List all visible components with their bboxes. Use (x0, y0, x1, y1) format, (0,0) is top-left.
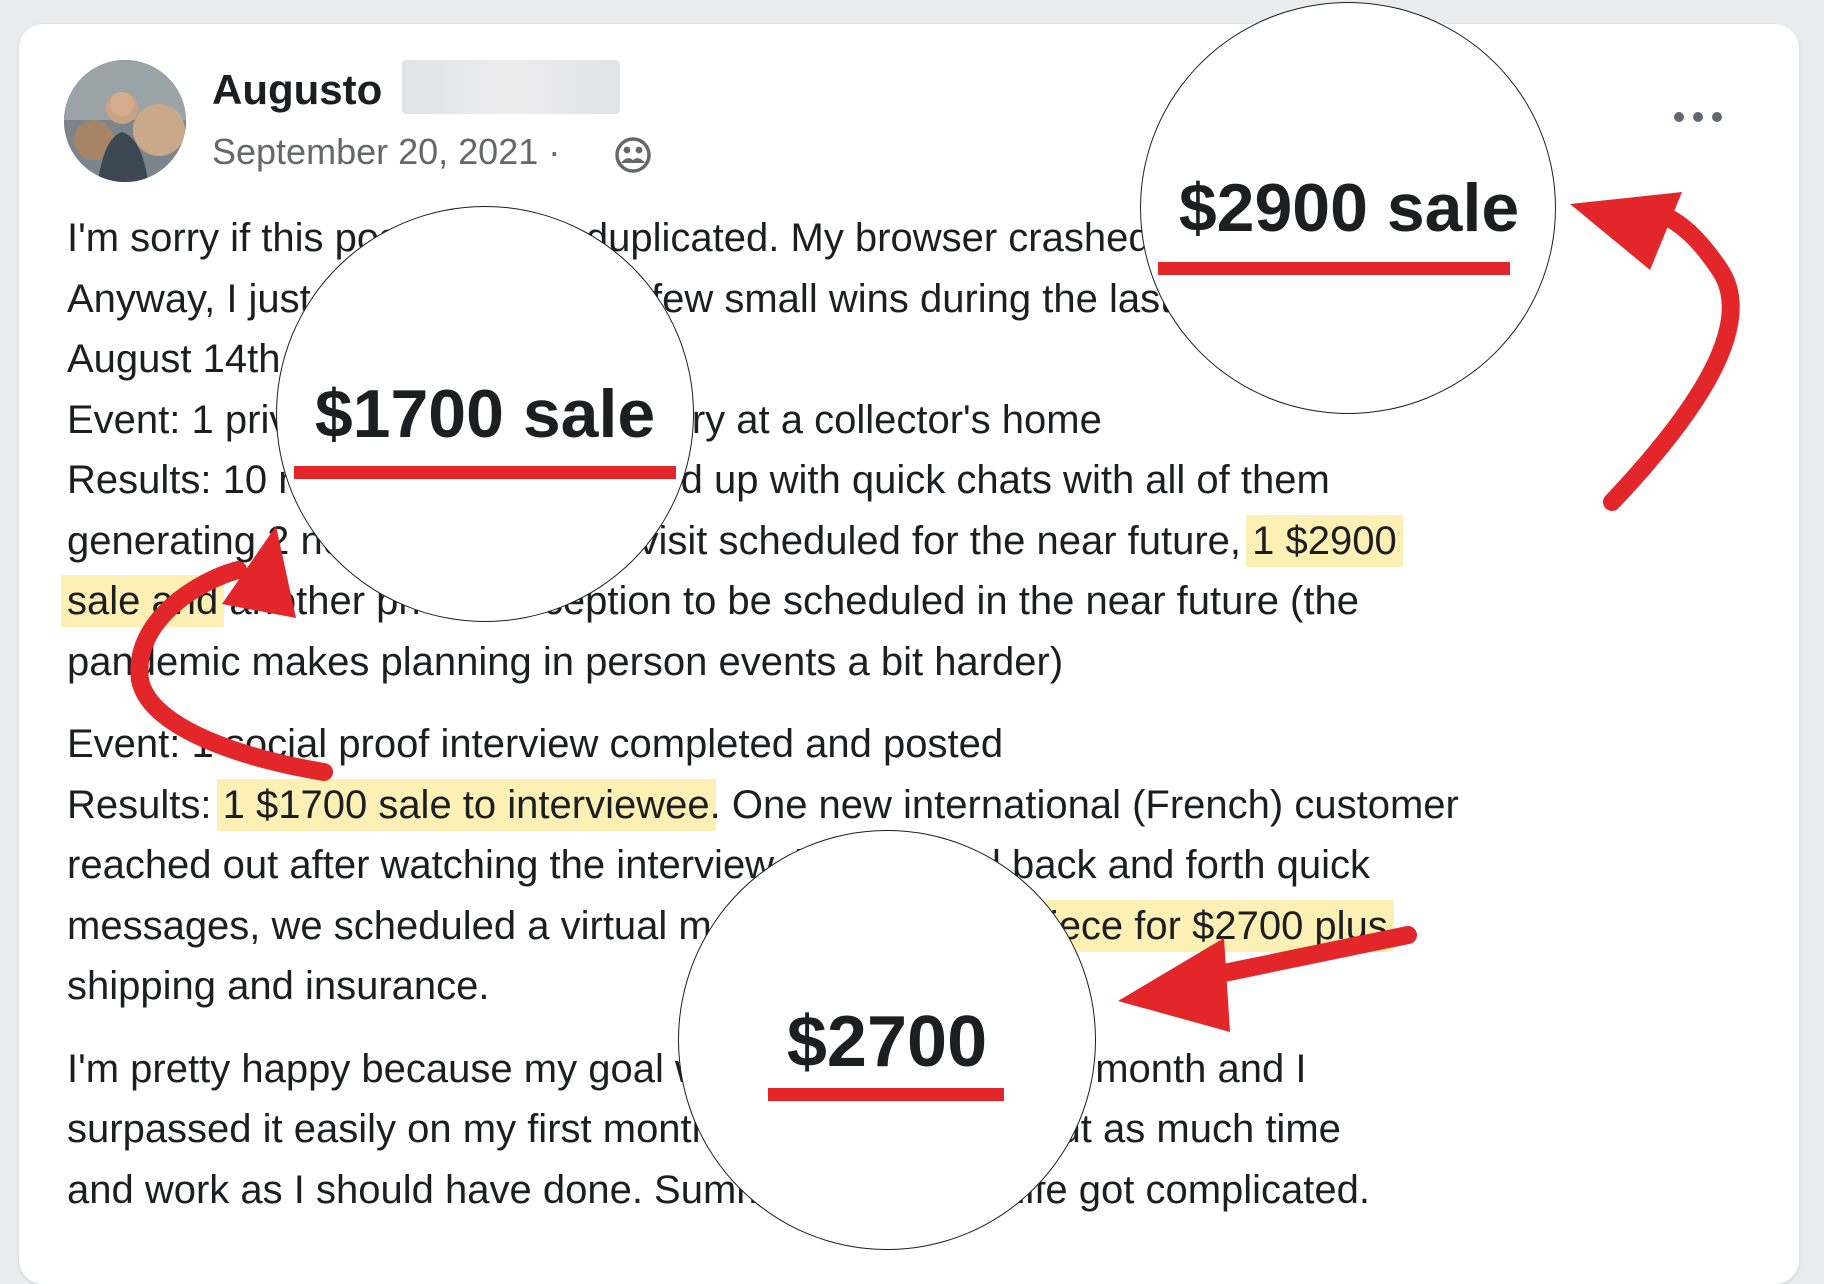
text-line: shipping and insurance. (67, 964, 490, 1008)
text-line: I'm pretty happy because my goal was $30… (67, 1046, 1307, 1091)
post-body: I'm sorry if this post might be duplicat… (61, 208, 1757, 1221)
avatar-photo (64, 60, 186, 182)
text-line: I'm sorry if this post might be duplicat… (67, 216, 1229, 260)
text-line: Anyway, I just wanted to share a few sma… (67, 276, 1472, 321)
text-line: reached out after watching the interview… (67, 843, 1370, 887)
text-line: Event: 1 private reception in a gallery … (67, 397, 1102, 442)
name-redaction (402, 60, 620, 114)
highlight-2900-sale: 1 $2900 (1246, 514, 1403, 567)
author-name[interactable]: Augusto (212, 62, 382, 118)
highlight-1700-sale: 1 $1700 sale to interviewee (216, 778, 716, 831)
text-line: Results: (67, 782, 223, 827)
friends-icon[interactable] (614, 136, 652, 174)
more-options-icon[interactable] (1668, 96, 1728, 136)
paragraph-2: Event: 1 social proof interview complete… (67, 714, 1757, 1017)
text-line: Results: 10 new contacts, I followed up … (67, 458, 1330, 502)
text-line: . One new international (French) custome… (709, 782, 1459, 827)
highlight-2700-sale: sold 1 piece for $2700 plus (903, 899, 1394, 952)
text-line: Event: 1 social proof interview complete… (67, 722, 1004, 766)
text-line: generating 2 new leads, 1 more visit sch… (67, 518, 1253, 563)
text-line: messages, we scheduled a virtual meeting… (67, 903, 910, 948)
highlight-2900-sale-cont: sale and (61, 575, 225, 627)
text-line: pandemic makes planning in person events… (67, 639, 1064, 684)
text-line: and work as I should have done. Summer e… (67, 1167, 1371, 1212)
text-line: surpassed it easily on my first month. I… (67, 1107, 1341, 1151)
text-line: August 14th. (67, 337, 292, 381)
paragraph-1: I'm sorry if this post might be duplicat… (61, 208, 1757, 692)
author-avatar[interactable] (64, 60, 186, 182)
paragraph-3: I'm pretty happy because my goal was $30… (67, 1039, 1757, 1221)
text-line: another private reception to be schedule… (218, 579, 1359, 623)
post-date[interactable]: September 20, 2021 · (212, 128, 560, 176)
